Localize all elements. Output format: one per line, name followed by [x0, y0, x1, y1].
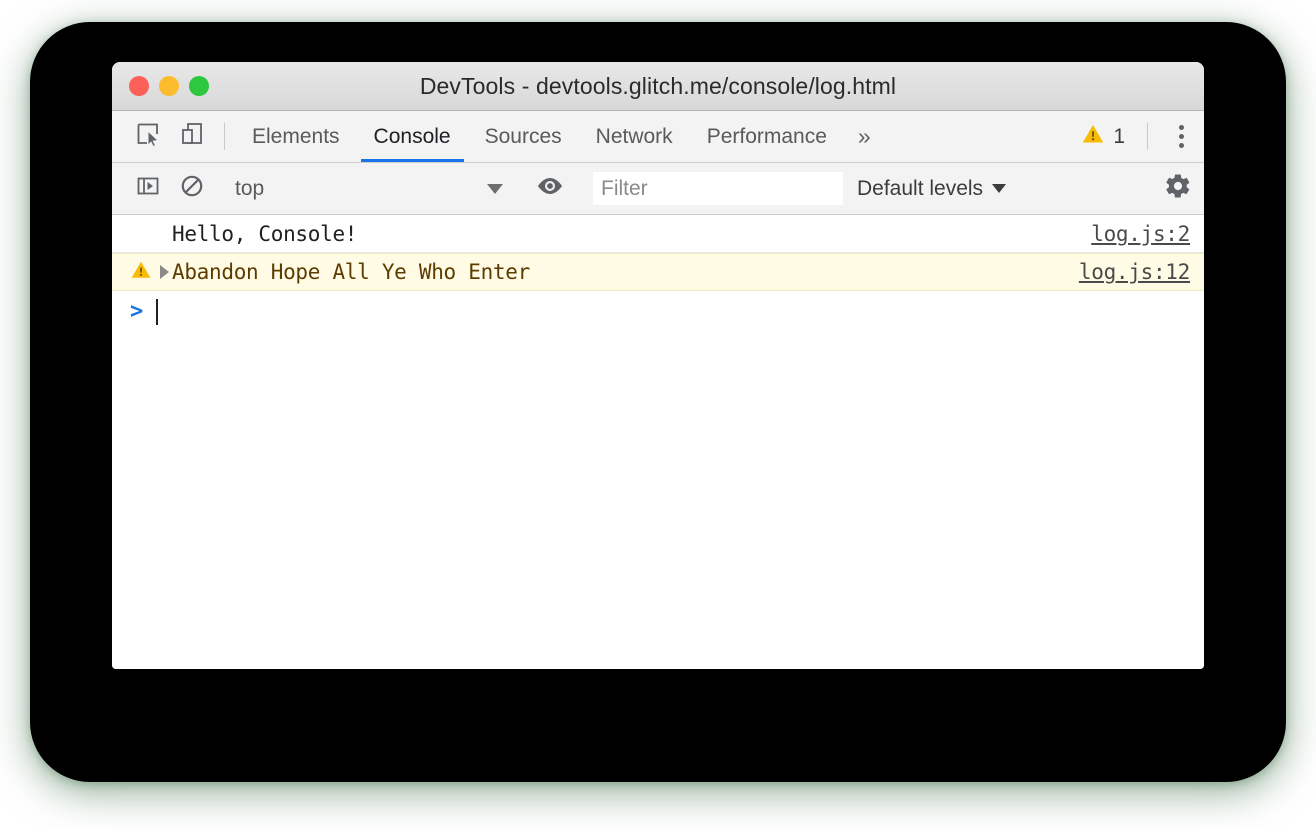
- tab-network-label: Network: [595, 124, 673, 148]
- console-sidebar-icon: [136, 174, 160, 203]
- devtools-tabbar: Elements Console Sources Network Perform…: [112, 111, 1204, 163]
- tab-network[interactable]: Network: [579, 111, 690, 162]
- console-message-list: Hello, Console! log.js:2 Abandon Hope Al…: [112, 215, 1204, 669]
- inspect-element-icon: [135, 121, 161, 152]
- more-tabs-button[interactable]: »: [844, 111, 885, 162]
- window-titlebar: DevTools - devtools.glitch.me/console/lo…: [112, 62, 1204, 111]
- tabbar-spacer: [885, 111, 1072, 162]
- window-controls: [129, 76, 209, 96]
- device-toolbar-button[interactable]: [170, 111, 214, 162]
- device-toolbar-icon: [179, 121, 205, 152]
- console-message-expand-arrow[interactable]: [156, 265, 172, 279]
- chevron-double-right-icon: »: [857, 123, 871, 149]
- kebab-menu-icon: [1178, 125, 1184, 148]
- tab-elements-label: Elements: [252, 124, 340, 148]
- console-message-gutter: [130, 259, 156, 285]
- prompt-chevron-icon: >: [130, 299, 144, 324]
- devtools-main-menu-button[interactable]: [1158, 111, 1204, 162]
- eye-icon: [536, 175, 564, 202]
- console-settings-button[interactable]: [1152, 172, 1204, 205]
- clear-console-button[interactable]: [170, 174, 214, 203]
- inspect-element-button[interactable]: [126, 111, 170, 162]
- tab-sources[interactable]: Sources: [468, 111, 579, 162]
- tab-performance[interactable]: Performance: [690, 111, 844, 162]
- log-levels-label: Default levels: [857, 176, 984, 200]
- tab-performance-label: Performance: [706, 124, 827, 148]
- close-button[interactable]: [129, 76, 149, 96]
- console-filter-toolbar: top Default levels: [112, 163, 1204, 215]
- console-message-source-link[interactable]: log.js:2: [1091, 222, 1190, 246]
- minimize-button[interactable]: [159, 76, 179, 96]
- console-message-warning[interactable]: Abandon Hope All Ye Who Enter log.js:12: [112, 253, 1204, 291]
- console-message-log[interactable]: Hello, Console! log.js:2: [112, 215, 1204, 253]
- clear-console-icon: [180, 174, 204, 203]
- console-prompt-input[interactable]: [156, 298, 1204, 326]
- devtools-window: DevTools - devtools.glitch.me/console/lo…: [112, 62, 1204, 669]
- console-message-text: Abandon Hope All Ye Who Enter: [172, 260, 530, 284]
- console-message-text: Hello, Console!: [172, 221, 358, 246]
- warning-count-badge[interactable]: 1: [1071, 111, 1137, 162]
- chevron-down-icon: [487, 183, 503, 194]
- screenshot-stage: DevTools - devtools.glitch.me/console/lo…: [0, 0, 1316, 828]
- execution-context-label: top: [235, 176, 265, 200]
- filter-input[interactable]: [593, 172, 843, 205]
- warning-triangle-icon: [1081, 122, 1105, 151]
- execution-context-selector[interactable]: top: [235, 172, 507, 206]
- tabbar-divider: [224, 123, 225, 150]
- console-prompt-row[interactable]: >: [112, 291, 1204, 333]
- triangle-right-icon: [159, 265, 169, 279]
- console-message-source-link[interactable]: log.js:12: [1079, 260, 1190, 284]
- tab-console-label: Console: [373, 124, 451, 148]
- tab-elements[interactable]: Elements: [235, 111, 357, 162]
- gear-icon: [1164, 172, 1192, 205]
- warning-count-label: 1: [1113, 124, 1125, 148]
- tab-sources-label: Sources: [484, 124, 562, 148]
- text-caret: [156, 299, 158, 325]
- zoom-button[interactable]: [189, 76, 209, 96]
- window-title: DevTools - devtools.glitch.me/console/lo…: [419, 72, 897, 99]
- chevron-down-icon: [992, 184, 1007, 193]
- tab-console[interactable]: Console: [357, 111, 468, 162]
- log-levels-selector[interactable]: Default levels: [843, 177, 1020, 201]
- tabbar-divider-right: [1147, 123, 1148, 150]
- live-expression-button[interactable]: [528, 175, 572, 202]
- warning-triangle-icon: [130, 259, 152, 285]
- console-sidebar-toggle-button[interactable]: [126, 174, 170, 203]
